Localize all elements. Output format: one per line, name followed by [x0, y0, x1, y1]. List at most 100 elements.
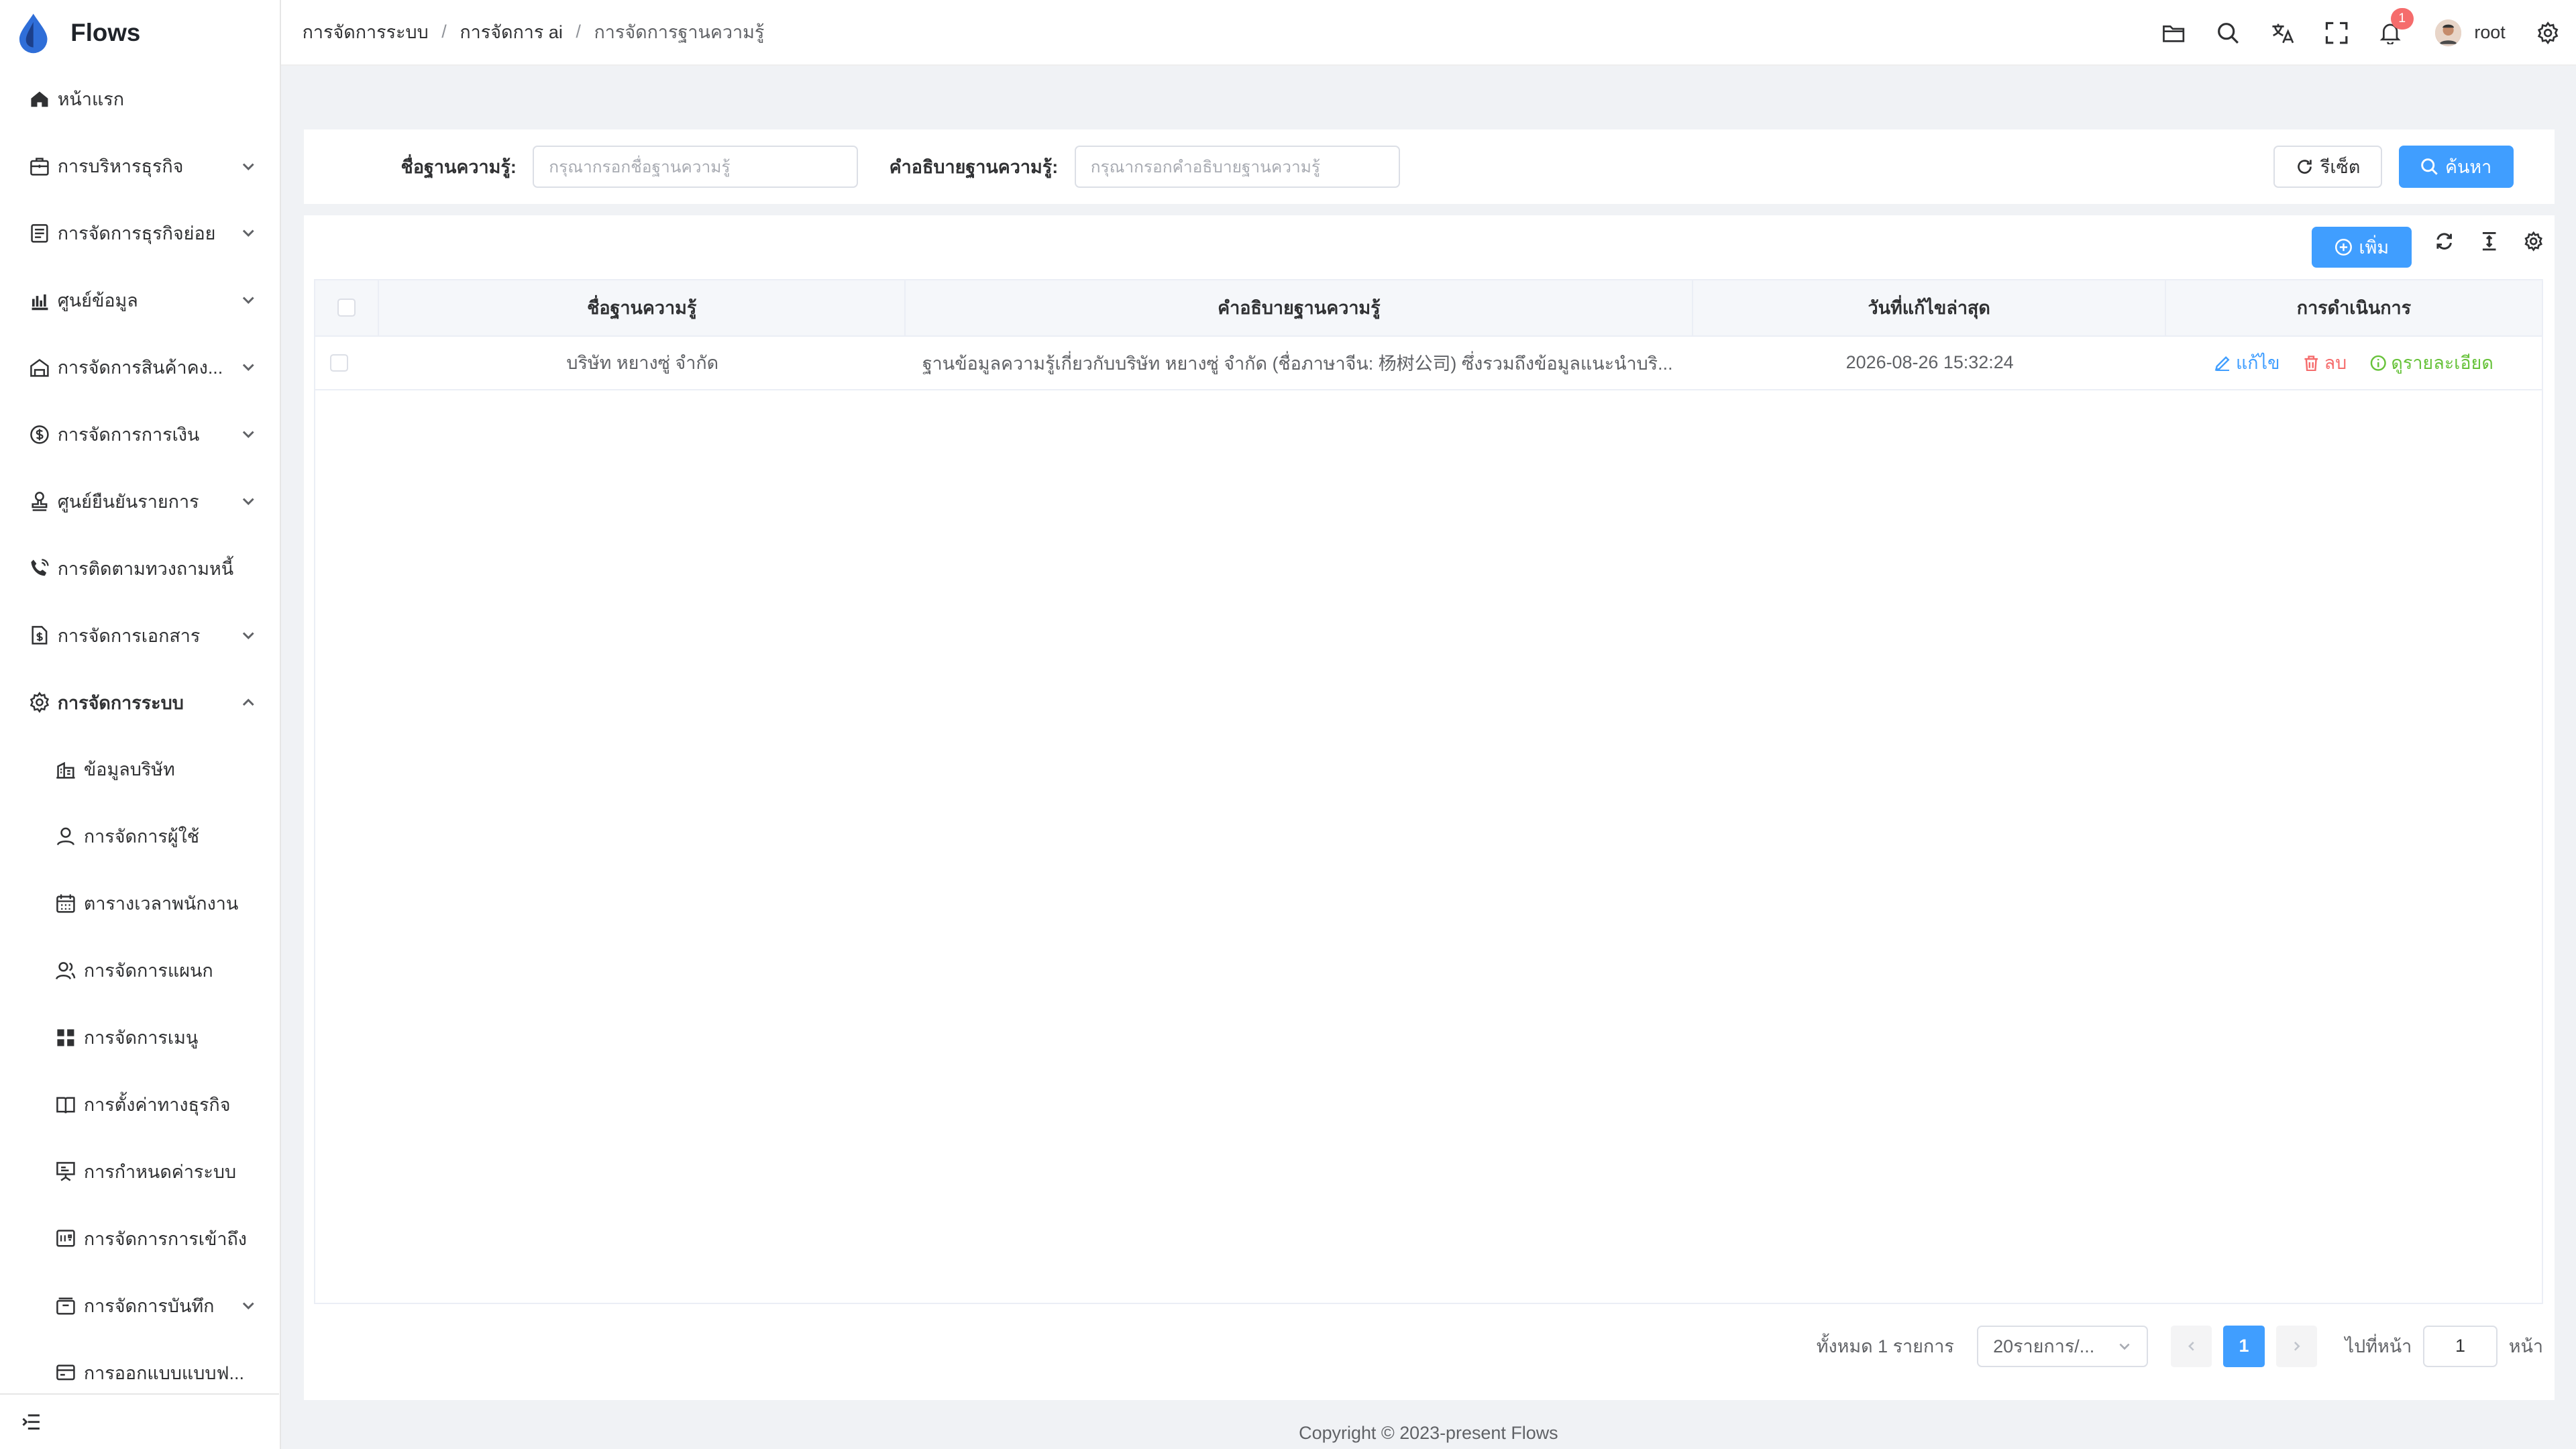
settings-icon[interactable] [2524, 231, 2543, 252]
chevron-left-icon [2188, 1342, 2194, 1351]
team-icon [54, 959, 77, 982]
sidebar-item[interactable]: การจัดการสินค้าคง... [0, 334, 280, 401]
breadcrumb: การจัดการระบบ / การจัดการ ai / การจัดการ… [303, 17, 765, 46]
breadcrumb-item[interactable]: การจัดการ ai [460, 17, 562, 46]
sidebar-subitem[interactable]: ข้อมูลบริษัท [0, 736, 280, 803]
goto-page-input[interactable]: 1 [2423, 1326, 2498, 1367]
refresh-icon [2298, 160, 2312, 174]
add-button[interactable]: เพิ่ม [2311, 226, 2412, 268]
book-icon [54, 1093, 77, 1116]
edit-button[interactable]: แก้ไข [2214, 348, 2280, 377]
column-header[interactable]: วันที่แก้ไขล่าสุด [1693, 280, 2166, 335]
total-count: ทั้งหมด 1 รายการ [1816, 1336, 1954, 1357]
sidebar-subitem[interactable]: การจัดการการเข้าถึง [0, 1205, 280, 1272]
sidebar-item-label: ศูนย์ยืนยันรายการ [57, 491, 199, 512]
chevron-down-icon [242, 364, 254, 372]
column-header[interactable]: การดำเนินการ [2166, 280, 2542, 335]
sidebar-subitem[interactable]: การจัดการแผนก [0, 937, 280, 1004]
column-header[interactable]: คำอธิบายฐานความรู้ [906, 280, 1694, 335]
bell-icon[interactable]: 1 [2379, 8, 2414, 45]
sidebar-item[interactable]: การจัดการการเงิน [0, 400, 280, 468]
copyright-footer: Copyright © 2023-present Flows [1299, 1422, 1558, 1443]
logo[interactable]: Flows [0, 0, 280, 66]
chevron-down-icon [242, 1302, 254, 1309]
sidebar-item[interactable]: การจัดการเอกสาร [0, 602, 280, 669]
briefcase-icon [28, 155, 51, 178]
sidebar-item-label: การจัดการเอกสาร [57, 625, 201, 646]
chevron-up-icon [242, 698, 254, 706]
sidebar-subitem[interactable]: การจัดการบันทึก [0, 1272, 280, 1339]
sidebar-item[interactable]: ศูนย์ยืนยันรายการ [0, 468, 280, 535]
water-drop-logo-icon [19, 13, 48, 54]
sidebar-subitem-label: การกำหนดค่าระบบ [83, 1161, 237, 1182]
kb-name-input[interactable]: กรุณากรอกชื่อฐานความรู้ [533, 145, 859, 189]
sidebar-item-label: การบริหารธุรกิจ [57, 156, 184, 177]
column-header[interactable]: ชื่อฐานความรู้ [379, 280, 906, 335]
select-all-checkbox[interactable] [337, 299, 356, 317]
sidebar-subitem-label: การตั้งค่าทางธุรกิจ [83, 1095, 231, 1115]
sidebar-item-label: ศูนย์ข้อมูล [57, 290, 138, 311]
gear-icon [28, 691, 51, 714]
translate-icon[interactable] [2271, 21, 2294, 44]
plus-circle-icon [2334, 239, 2352, 256]
bar-chart-icon [28, 288, 51, 311]
chevron-right-icon [2294, 1342, 2300, 1351]
breadcrumb-item[interactable]: การจัดการระบบ [303, 17, 429, 46]
gear-icon[interactable] [2536, 21, 2559, 44]
sidebar-item[interactable]: การบริหารธุรกิจ [0, 133, 280, 200]
sidebar-subitem[interactable]: การกำหนดค่าระบบ [0, 1138, 280, 1205]
sidebar-item[interactable]: การจัดการธุรกิจย่อย [0, 200, 280, 267]
sidebar-item-label: การจัดการธุรกิจย่อย [57, 223, 216, 244]
page-number-button[interactable]: 1 [2223, 1326, 2265, 1367]
sidebar-item[interactable]: การติดตามทวงถามหนี้ [0, 535, 280, 602]
archive-icon [54, 1294, 77, 1317]
updated-cell: 2026-08-26 15:32:24 [1845, 352, 2014, 373]
next-page-button[interactable] [2275, 1326, 2317, 1367]
chevron-down-icon [242, 163, 254, 170]
chevron-down-icon [242, 229, 254, 237]
table-row: บริษัท หยางซู่ จำกัด ฐานข้อมูลความรู้เกี… [315, 337, 2542, 391]
fullscreen-icon[interactable] [2325, 21, 2348, 44]
sidebar-item[interactable]: หน้าแรก [0, 66, 280, 133]
sidebar-subitem[interactable]: การตั้งค่าทางธุรกิจ [0, 1071, 280, 1138]
warehouse-icon [28, 356, 51, 378]
search-button[interactable]: ค้นหา [2398, 145, 2514, 189]
actions-cell: แก้ไข ลบ ดูรายละเอียด [2166, 337, 2542, 390]
sidebar-collapse-button[interactable] [0, 1393, 280, 1449]
chevron-down-icon [242, 431, 254, 439]
view-detail-button[interactable]: ดูรายละเอียด [2370, 348, 2493, 377]
search-panel: ชื่อฐานความรู้: กรุณากรอกชื่อฐานความรู้ … [304, 129, 2555, 204]
prev-page-button[interactable] [2171, 1326, 2212, 1367]
sidebar-subitem-label: การจัดการบันทึก [83, 1295, 215, 1316]
reset-button[interactable]: รีเซ็ต [2273, 145, 2383, 189]
breadcrumb-item-current: การจัดการฐานความรู้ [594, 22, 765, 43]
table-panel: เพิ่ม ชื่อฐานความรู้ คำอธิบายฐานความรู้ … [304, 215, 2555, 1400]
refresh-icon[interactable] [2434, 231, 2454, 251]
sidebar-item[interactable]: การจัดการระบบ [0, 669, 280, 736]
user-icon [54, 825, 77, 848]
column-height-icon[interactable] [2479, 231, 2499, 251]
kb-desc-cell: ฐานข้อมูลความรู้เกี่ยวกับบริษัท หยางซู่ … [922, 353, 1673, 374]
sidebar-item-label: การติดตามทวงถามหนี้ [57, 558, 234, 579]
sidebar-subitem[interactable]: ตารางเวลาพนักงาน [0, 870, 280, 937]
sidebar-item-label: การจัดการการเงิน [57, 424, 200, 445]
page-size-select[interactable]: 20รายการ/... [1977, 1326, 2148, 1367]
row-checkbox[interactable] [329, 354, 348, 372]
folder-icon[interactable] [2162, 21, 2185, 44]
username: root [2474, 22, 2506, 43]
kb-desc-input[interactable]: กรุณากรอกคำอธิบายฐานความรู้ [1074, 145, 1400, 189]
user-menu[interactable]: root [2434, 19, 2506, 46]
chevron-down-icon [2119, 1343, 2130, 1350]
sidebar-subitem-label: การออกแบบแบบฟ... [83, 1362, 244, 1383]
header-actions: 1 root [2131, 0, 2560, 66]
sidebar-item[interactable]: ศูนย์ข้อมูล [0, 267, 280, 334]
calendar-icon [54, 892, 77, 915]
sidebar-subitem[interactable]: การจัดการเมนู [0, 1004, 280, 1071]
search-icon[interactable] [2216, 21, 2239, 44]
delete-button[interactable]: ลบ [2303, 348, 2347, 377]
home-icon [28, 88, 51, 111]
sidebar-item-label: หน้าแรก [57, 89, 125, 110]
sidebar-subitem-label: การจัดการแผนก [83, 961, 213, 981]
app-root: Flows หน้าแรกการบริหารธุรกิจการจัดการธุร… [0, 0, 2576, 1449]
sidebar-subitem[interactable]: การจัดการผู้ใช้ [0, 803, 280, 870]
